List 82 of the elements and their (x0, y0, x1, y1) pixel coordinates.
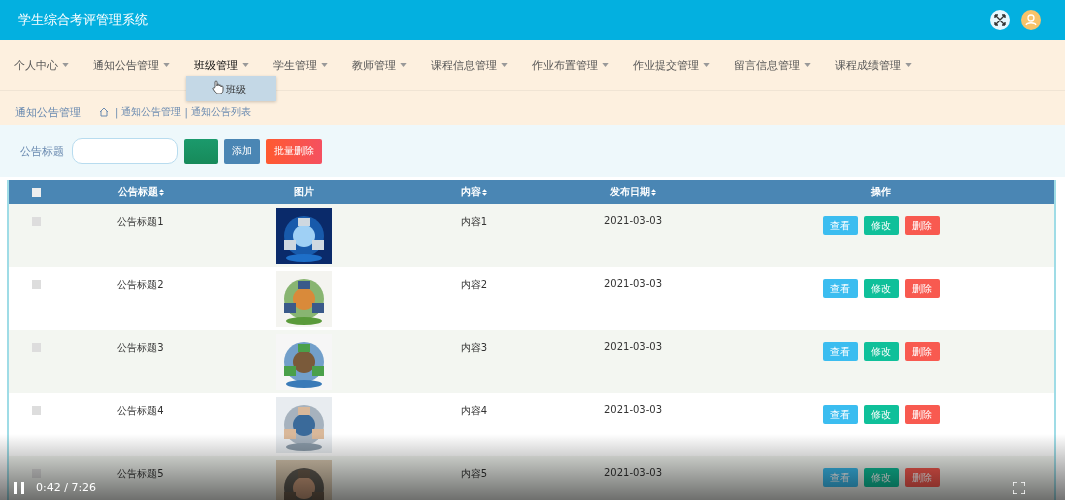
delete-button[interactable]: 删除 (904, 216, 940, 235)
add-button[interactable]: 添加 (224, 138, 260, 164)
column-header: 图片 (293, 185, 314, 199)
caret-icon (321, 63, 328, 67)
caret-icon (703, 63, 710, 67)
table-cell: 内容1 (460, 216, 488, 227)
nav-menu-item[interactable]: 作业布置管理 (524, 50, 617, 80)
sort-icon[interactable] (482, 188, 487, 196)
column-header: 操作 (871, 185, 891, 199)
table-cell: 公告标题1 (117, 216, 164, 227)
view-button[interactable]: 查看 (822, 279, 858, 298)
table-cell: 2021-03-03 (603, 404, 663, 415)
table-cell: 公告标题2 (117, 279, 164, 290)
dropdown-item[interactable]: 班级 (186, 81, 276, 99)
delete-button[interactable]: 删除 (904, 279, 940, 298)
caret-icon (804, 63, 811, 67)
table-cell: 2021-03-03 (603, 215, 663, 226)
caret-icon (62, 63, 69, 67)
sort-icon[interactable] (651, 188, 656, 196)
delete-button[interactable]: 删除 (904, 468, 940, 487)
row-checkbox[interactable] (32, 405, 41, 415)
view-button[interactable]: 查看 (822, 342, 858, 361)
table-cell: 公告标题3 (117, 342, 164, 353)
nav-menu-item[interactable]: 课程成绩管理 (827, 50, 920, 80)
breadcrumb-separator: | (115, 106, 119, 118)
sort-icon[interactable] (158, 188, 164, 196)
caret-icon (501, 63, 508, 67)
row-checkbox[interactable] (32, 216, 41, 226)
table-cell: 内容4 (460, 405, 488, 416)
table-cell: 2021-03-03 (603, 467, 663, 478)
nav-menu-item[interactable]: 作业提交管理 (625, 50, 718, 80)
edit-button[interactable]: 修改 (863, 216, 899, 235)
caret-icon (242, 63, 249, 67)
nav-menu-item[interactable]: 留言信息管理 (726, 50, 819, 80)
table-cell: 内容5 (460, 468, 488, 479)
breadcrumb-link[interactable]: 通知公告管理 (121, 105, 182, 119)
view-button[interactable]: 查看 (822, 405, 858, 424)
app-title: 学生综合考评管理系统 (18, 11, 148, 29)
caret-icon (163, 63, 170, 67)
row-checkbox[interactable] (32, 279, 41, 289)
section-title: 通知公告管理 (15, 104, 81, 120)
bulk-delete-button[interactable]: 批量删除 (266, 138, 322, 164)
avatar-icon[interactable] (1021, 10, 1041, 30)
edit-button[interactable]: 修改 (863, 405, 899, 424)
delete-button[interactable]: 删除 (904, 405, 940, 424)
column-header[interactable]: 公告标题 (117, 185, 164, 199)
caret-icon (400, 63, 407, 67)
view-button[interactable]: 查看 (822, 216, 858, 235)
home-icon[interactable] (99, 107, 109, 117)
hand-cursor-icon (212, 80, 224, 94)
view-button[interactable]: 查看 (822, 468, 858, 487)
search-field[interactable] (72, 138, 178, 164)
search-button[interactable] (184, 138, 218, 164)
nav-menu-item[interactable]: 个人中心 (6, 50, 77, 80)
select-all-checkbox[interactable] (32, 188, 41, 197)
edit-button[interactable]: 修改 (863, 468, 899, 487)
table-cell: 2021-03-03 (603, 278, 663, 289)
table-cell: 公告标题4 (117, 405, 164, 416)
breadcrumb-separator: | (184, 106, 188, 118)
nav-menu-item[interactable]: 课程信息管理 (423, 50, 516, 80)
table-cell: 内容3 (460, 342, 488, 353)
column-header[interactable]: 发布日期 (610, 185, 656, 199)
caret-icon (905, 63, 912, 67)
breadcrumb-link[interactable]: 通知公告列表 (190, 105, 251, 119)
table-cell: 2021-03-03 (603, 341, 663, 352)
nav-menu-item[interactable]: 教师管理 (344, 50, 415, 80)
table-cell: 内容2 (460, 279, 488, 290)
edit-button[interactable]: 修改 (863, 279, 899, 298)
nav-menu-item[interactable]: 学生管理 (265, 50, 336, 80)
fullscreen-icon[interactable] (990, 10, 1010, 30)
row-checkbox[interactable] (32, 342, 41, 352)
field-label: 公告标题 (20, 143, 64, 159)
caret-icon (602, 63, 609, 67)
table-cell: 公告标题5 (117, 468, 164, 479)
video-time: 0:42 / 7:26 (36, 481, 97, 494)
column-header[interactable]: 内容 (461, 185, 487, 199)
delete-button[interactable]: 删除 (904, 342, 940, 361)
nav-menu-item[interactable]: 班级管理 (186, 50, 257, 80)
row-checkbox[interactable] (32, 468, 41, 478)
edit-button[interactable]: 修改 (863, 342, 899, 361)
nav-menu-item[interactable]: 通知公告管理 (85, 50, 178, 80)
pause-icon[interactable] (14, 482, 24, 494)
